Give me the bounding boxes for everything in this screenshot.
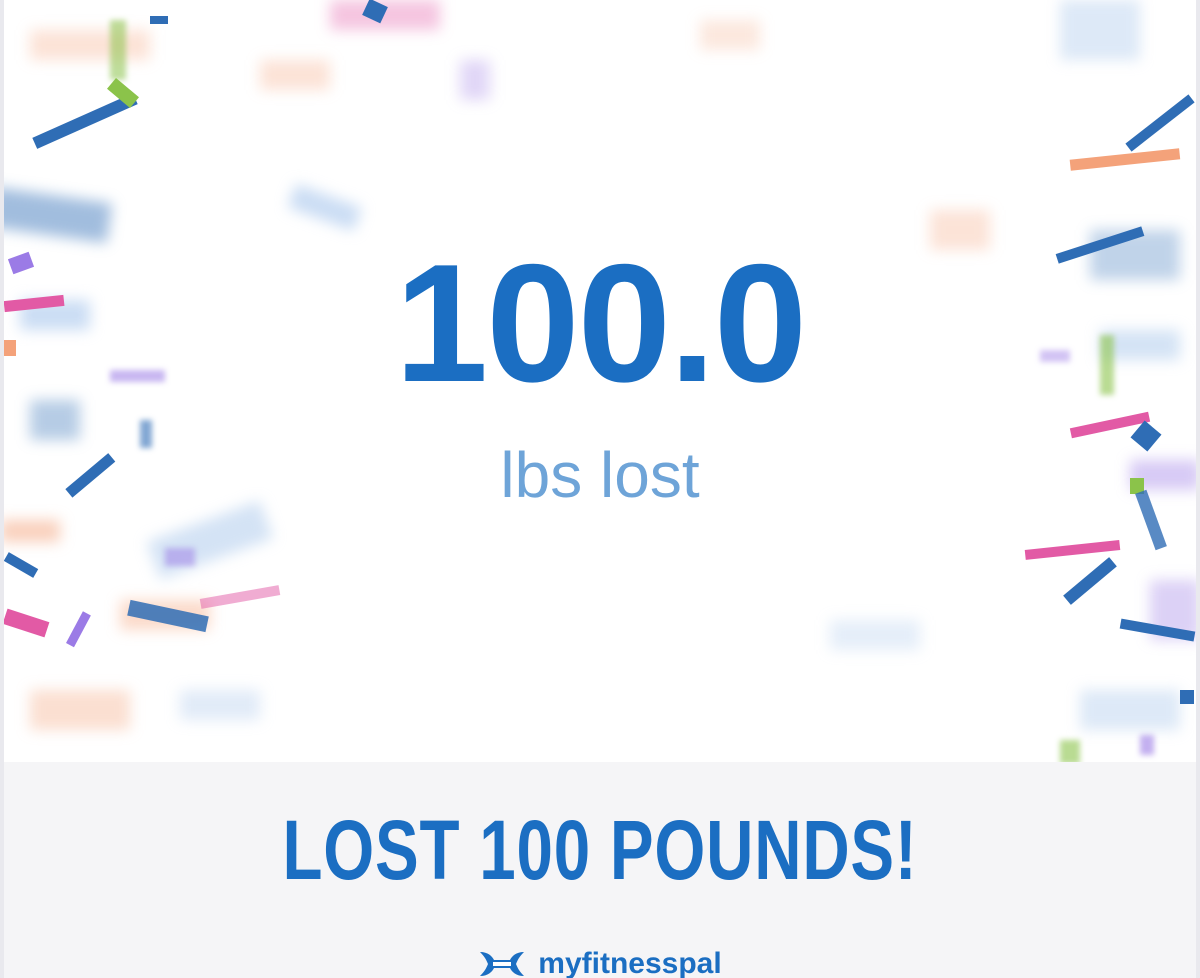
under-armour-logo-icon xyxy=(480,952,525,976)
milestone-headline: LOST 100 POUNDS! xyxy=(282,803,918,897)
card-edge-right xyxy=(1196,0,1200,978)
brand-name: myfitnesspal xyxy=(538,947,722,978)
celebration-panel: 100.0 lbs lost xyxy=(0,0,1200,762)
milestone-card: 100.0 lbs lost LOST 100 POUNDS! myfitnes… xyxy=(0,0,1200,978)
brand-lockup: myfitnesspal xyxy=(0,944,1200,978)
card-edge-left xyxy=(0,0,4,978)
weight-lost-value: 100.0 xyxy=(394,229,807,417)
weight-lost-unit-label: lbs lost xyxy=(500,439,700,511)
